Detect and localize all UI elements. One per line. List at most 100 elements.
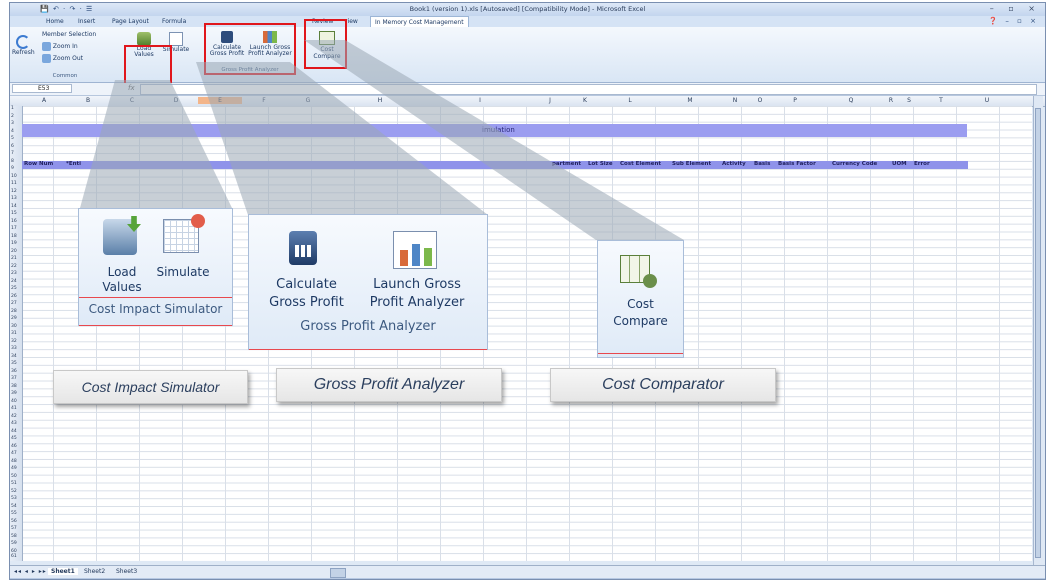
row-header[interactable]: 34	[11, 354, 17, 360]
row-header[interactable]: 7	[11, 151, 14, 157]
row-header[interactable]: 44	[11, 429, 17, 435]
row-header[interactable]: 19	[11, 241, 17, 247]
header-cell-row-num[interactable]: Row Num	[24, 161, 53, 167]
tab-home[interactable]: Home	[46, 18, 64, 25]
row-header[interactable]: 58	[11, 534, 17, 540]
row-header[interactable]: 14	[11, 204, 17, 210]
row-header[interactable]: 53	[11, 496, 17, 502]
header-cell-lot-size[interactable]: Lot Size	[588, 161, 613, 167]
row-header[interactable]: 10	[11, 174, 17, 180]
row-header[interactable]: 54	[11, 504, 17, 510]
tab-insert[interactable]: Insert	[78, 18, 95, 25]
tab-formula[interactable]: Formula	[162, 18, 186, 25]
header-cell-error[interactable]: Error	[914, 161, 930, 167]
row-header[interactable]: 42	[11, 414, 17, 420]
row-header[interactable]: 36	[11, 369, 17, 375]
row-header[interactable]: 25	[11, 286, 17, 292]
sheet-tab-sheet2[interactable]: Sheet2	[84, 568, 105, 575]
row-header[interactable]: 18	[11, 234, 17, 240]
column-header[interactable]: K	[570, 97, 600, 104]
column-header[interactable]: D	[154, 97, 198, 104]
row-header[interactable]: 51	[11, 481, 17, 487]
column-header[interactable]: P	[770, 97, 820, 104]
row-header[interactable]: 61	[11, 554, 17, 560]
row-header[interactable]: 40	[11, 399, 17, 405]
row-header[interactable]: 13	[11, 196, 17, 202]
row-header[interactable]: 35	[11, 361, 17, 367]
row-header[interactable]: 26	[11, 294, 17, 300]
row-header[interactable]: 17	[11, 226, 17, 232]
horizontal-scroll-thumb[interactable]	[330, 568, 346, 578]
column-header[interactable]: G	[286, 97, 330, 104]
column-header[interactable]: O	[750, 97, 770, 104]
row-header[interactable]: 52	[11, 489, 17, 495]
column-header[interactable]: A	[22, 97, 66, 104]
row-header[interactable]: 38	[11, 384, 17, 390]
row-header[interactable]: 45	[11, 436, 17, 442]
column-header[interactable]: M	[660, 97, 720, 104]
header-cell-basis-factor[interactable]: Basis Factor	[778, 161, 816, 167]
sheet-tab-sheet1[interactable]: Sheet1	[48, 568, 78, 575]
row-header[interactable]: 1	[11, 106, 14, 112]
row-header[interactable]: 57	[11, 526, 17, 532]
tab-page-layout[interactable]: Page Layout	[112, 18, 149, 25]
column-header[interactable]: B	[66, 97, 110, 104]
column-header[interactable]: S	[900, 97, 918, 104]
row-header[interactable]: 29	[11, 316, 17, 322]
row-header[interactable]: 23	[11, 271, 17, 277]
row-header[interactable]: 12	[11, 189, 17, 195]
sheet-tab-sheet3[interactable]: Sheet3	[116, 568, 137, 575]
header-cell-sub-element[interactable]: Sub Element	[672, 161, 711, 167]
refresh-button[interactable]: Refresh	[12, 35, 35, 56]
row-header[interactable]: 16	[11, 219, 17, 225]
row-header[interactable]: 6	[11, 144, 14, 150]
column-header[interactable]: C	[110, 97, 154, 104]
row-header[interactable]: 9	[11, 166, 14, 172]
row-header[interactable]: 56	[11, 519, 17, 525]
column-header[interactable]: F	[242, 97, 286, 104]
row-header[interactable]: 41	[11, 406, 17, 412]
zoom-in-button[interactable]: Zoom In	[42, 42, 78, 51]
column-header[interactable]: Q	[820, 97, 882, 104]
column-header[interactable]: T	[918, 97, 964, 104]
header-cell-entity[interactable]: *Enti	[66, 161, 81, 167]
worksheet-grid[interactable]	[10, 106, 1032, 561]
row-header[interactable]: 31	[11, 331, 17, 337]
header-cell-cost-element[interactable]: Cost Element	[620, 161, 661, 167]
fx-icon[interactable]: fx	[128, 84, 135, 92]
column-header[interactable]: N	[720, 97, 750, 104]
row-header[interactable]: 2	[11, 114, 14, 120]
row-header[interactable]: 30	[11, 324, 17, 330]
row-header[interactable]: 43	[11, 421, 17, 427]
row-header[interactable]: 55	[11, 511, 17, 517]
row-header[interactable]: 59	[11, 541, 17, 547]
row-header[interactable]: 47	[11, 451, 17, 457]
row-header[interactable]: 24	[11, 279, 17, 285]
row-header[interactable]: 27	[11, 301, 17, 307]
row-header[interactable]: 49	[11, 466, 17, 472]
row-header[interactable]: 21	[11, 256, 17, 262]
quick-access-toolbar[interactable]: 💾 ↶ · ↷ · ☰	[40, 5, 93, 13]
column-header[interactable]: J	[530, 97, 570, 104]
row-header[interactable]: 20	[11, 249, 17, 255]
ribbon-window-controls[interactable]: ❓ – ▫ ×	[988, 17, 1039, 25]
header-cell-uom[interactable]: UOM	[892, 161, 907, 167]
row-header[interactable]: 50	[11, 474, 17, 480]
row-header[interactable]: 5	[11, 136, 14, 142]
column-header-selected[interactable]: E	[198, 97, 242, 104]
scrollbar-thumb[interactable]	[1035, 108, 1041, 558]
header-cell-currency-code[interactable]: Currency Code	[832, 161, 877, 167]
row-header[interactable]: 33	[11, 346, 17, 352]
row-header[interactable]: 4	[11, 129, 14, 135]
row-header[interactable]: 8	[11, 159, 14, 165]
header-cell-activity[interactable]: Activity	[722, 161, 746, 167]
vertical-scrollbar[interactable]	[1033, 96, 1043, 566]
column-header[interactable]: I	[430, 97, 530, 104]
row-header[interactable]: 39	[11, 391, 17, 397]
column-header[interactable]: R	[882, 97, 900, 104]
member-selection-button[interactable]: Member Selection	[42, 31, 96, 38]
row-header[interactable]: 22	[11, 264, 17, 270]
column-header[interactable]: L	[600, 97, 660, 104]
row-header[interactable]: 11	[11, 181, 17, 187]
row-header[interactable]: 3	[11, 121, 14, 127]
